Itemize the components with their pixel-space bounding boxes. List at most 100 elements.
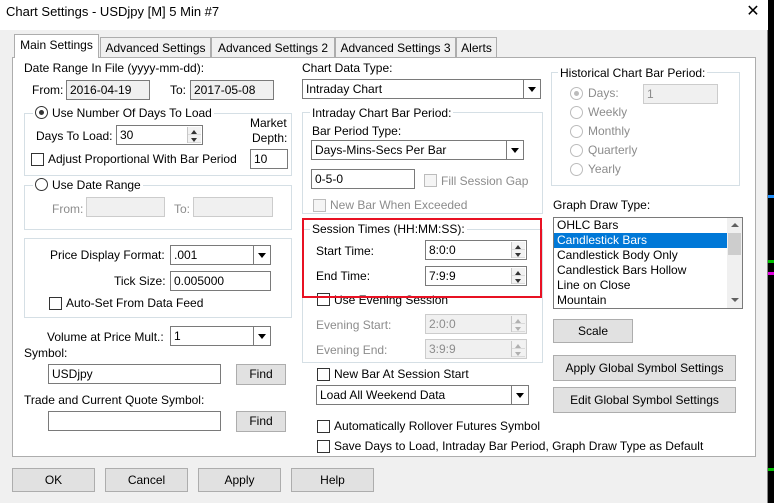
historical-monthly-radio[interactable] xyxy=(570,125,583,138)
ok-button[interactable]: OK xyxy=(12,468,95,492)
historical-yearly-label: Yearly xyxy=(588,162,621,176)
new-bar-exceeded-checkbox[interactable] xyxy=(313,199,326,212)
list-item[interactable]: Candlestick Body Only xyxy=(554,248,742,263)
tab-main-settings[interactable]: Main Settings xyxy=(14,34,99,58)
range-from-input[interactable] xyxy=(86,197,165,217)
edit-global-symbol-button[interactable]: Edit Global Symbol Settings xyxy=(553,387,736,413)
use-date-range-label: Use Date Range xyxy=(52,178,141,192)
graph-draw-type-label: Graph Draw Type: xyxy=(553,198,651,212)
list-item[interactable]: Candlestick Bars Hollow xyxy=(554,263,742,278)
volume-mult-label: Volume at Price Mult.: xyxy=(47,330,164,344)
auto-set-label: Auto-Set From Data Feed xyxy=(66,296,204,310)
scroll-down-icon[interactable] xyxy=(727,293,742,308)
historical-days-radio[interactable] xyxy=(570,87,583,100)
auto-set-checkbox[interactable] xyxy=(49,297,62,310)
save-default-checkbox[interactable] xyxy=(317,440,330,453)
range-from-label: From: xyxy=(52,202,84,216)
tick-size-input[interactable]: 0.005000 xyxy=(170,271,271,291)
graph-draw-type-list[interactable]: OHLC Bars Candlestick Bars Candlestick B… xyxy=(553,217,743,309)
tab-alerts[interactable]: Alerts xyxy=(456,37,497,57)
historical-days-input[interactable]: 1 xyxy=(643,84,718,104)
date-to-field: 2017-05-08 xyxy=(190,80,274,100)
to-label: To: xyxy=(170,83,187,97)
trade-quote-label: Trade and Current Quote Symbol: xyxy=(24,393,205,407)
list-item[interactable]: OHLC Bars xyxy=(554,218,742,233)
volume-mult-select[interactable]: 1 xyxy=(170,326,271,346)
historical-weekly-radio[interactable] xyxy=(570,106,583,119)
apply-button[interactable]: Apply xyxy=(198,468,281,492)
background-marker xyxy=(768,272,774,275)
spin-down-icon[interactable] xyxy=(188,135,201,143)
evening-start-input[interactable]: 2:0:0 xyxy=(425,314,527,334)
price-format-select[interactable]: .001 xyxy=(170,245,271,265)
chart-data-type-select[interactable]: Intraday Chart xyxy=(302,79,541,99)
cancel-button[interactable]: Cancel xyxy=(105,468,188,492)
spin-up-icon[interactable] xyxy=(188,127,201,135)
use-days-radio[interactable] xyxy=(35,106,48,119)
historical-quarterly-label: Quarterly xyxy=(588,143,638,157)
new-bar-session-start-label: New Bar At Session Start xyxy=(334,367,469,381)
scale-button[interactable]: Scale xyxy=(553,319,633,343)
market-depth-input[interactable]: 10 xyxy=(250,149,288,169)
list-item[interactable]: Mountain xyxy=(554,293,742,308)
weekend-data-select[interactable]: Load All Weekend Data xyxy=(316,385,529,405)
bar-period-type-select[interactable]: Days-Mins-Secs Per Bar xyxy=(311,140,524,160)
trade-quote-find-button[interactable]: Find xyxy=(236,411,286,432)
weekend-data-value: Load All Weekend Data xyxy=(320,388,446,402)
fill-session-gap-label: Fill Session Gap xyxy=(441,174,529,188)
help-button[interactable]: Help xyxy=(291,468,374,492)
spin-down-icon[interactable] xyxy=(512,324,525,332)
new-bar-exceeded-label: New Bar When Exceeded xyxy=(330,198,468,212)
chevron-down-icon[interactable] xyxy=(506,141,523,159)
historical-yearly-radio[interactable] xyxy=(570,163,583,176)
list-item[interactable]: Line on Close xyxy=(554,278,742,293)
chevron-down-icon[interactable] xyxy=(511,386,528,404)
evening-end-input[interactable]: 3:9:9 xyxy=(425,339,527,359)
symbol-label: Symbol: xyxy=(24,346,68,360)
background-window-edge xyxy=(768,0,774,503)
fill-session-gap-checkbox[interactable] xyxy=(424,174,437,187)
evening-end-spinner[interactable] xyxy=(511,341,525,357)
symbol-find-button[interactable]: Find xyxy=(236,364,286,385)
price-format-label: Price Display Format: xyxy=(50,248,165,262)
spin-up-icon[interactable] xyxy=(512,316,525,324)
use-date-range-radio[interactable] xyxy=(35,178,48,191)
list-item-selected[interactable]: Candlestick Bars xyxy=(554,233,742,248)
trade-quote-input[interactable] xyxy=(48,411,221,431)
market-label: Market xyxy=(250,116,287,130)
evening-end-label: Evening End: xyxy=(316,343,388,357)
list-scrollbar[interactable] xyxy=(727,218,742,308)
scroll-thumb[interactable] xyxy=(728,233,741,255)
symbol-input[interactable]: USDjpy xyxy=(48,364,221,384)
evening-end-value: 3:9:9 xyxy=(429,342,456,356)
title-bar: Chart Settings - USDjpy [M] 5 Min #7 ✕ xyxy=(0,0,768,30)
historical-quarterly-radio[interactable] xyxy=(570,144,583,157)
adjust-proportional-checkbox[interactable] xyxy=(31,153,44,166)
spin-up-icon[interactable] xyxy=(512,341,525,349)
tab-advanced-settings-3[interactable]: Advanced Settings 3 xyxy=(335,37,456,57)
apply-global-symbol-button[interactable]: Apply Global Symbol Settings xyxy=(553,355,736,381)
days-spinner[interactable] xyxy=(187,127,201,143)
rollover-futures-label: Automatically Rollover Futures Symbol xyxy=(334,419,541,433)
chevron-down-icon[interactable] xyxy=(523,80,540,98)
rollover-futures-checkbox[interactable] xyxy=(317,420,330,433)
new-bar-session-start-checkbox[interactable] xyxy=(317,368,330,381)
close-icon[interactable]: ✕ xyxy=(742,2,764,22)
days-to-load-input[interactable]: 30 xyxy=(116,125,203,145)
volume-mult-value: 1 xyxy=(174,329,181,343)
evening-start-spinner[interactable] xyxy=(511,316,525,332)
bar-period-input[interactable]: 0-5-0 xyxy=(311,169,415,189)
chevron-down-icon[interactable] xyxy=(253,327,270,345)
range-to-input[interactable] xyxy=(193,197,273,217)
tab-advanced-settings[interactable]: Advanced Settings xyxy=(100,37,211,57)
bar-period-type-label: Bar Period Type: xyxy=(312,124,402,138)
intraday-group-label: Intraday Chart Bar Period: xyxy=(310,106,454,120)
chevron-down-icon[interactable] xyxy=(253,246,270,264)
scroll-up-icon[interactable] xyxy=(727,218,742,233)
tab-advanced-settings-2[interactable]: Advanced Settings 2 xyxy=(211,37,335,57)
spin-down-icon[interactable] xyxy=(512,349,525,357)
background-marker xyxy=(768,468,774,471)
window-title: Chart Settings - USDjpy [M] 5 Min #7 xyxy=(6,4,220,19)
evening-start-value: 2:0:0 xyxy=(429,317,456,331)
highlight-box xyxy=(302,218,542,298)
